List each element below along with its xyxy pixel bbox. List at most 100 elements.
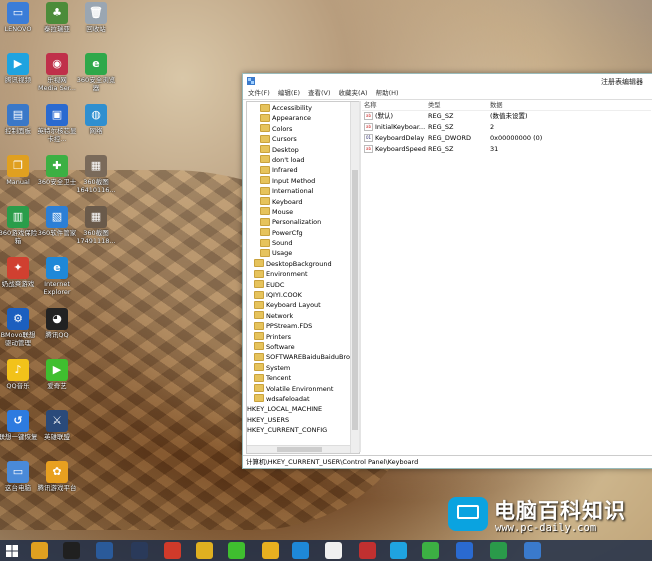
desktop-icon-label: 泰拉瑞亚 [44,25,70,33]
tree-node[interactable]: wdsafeloadat [247,394,350,404]
windows-start-icon[interactable] [6,545,18,557]
menu-item[interactable]: 帮助(H) [376,88,399,99]
desktop-icon[interactable]: ▤ 控制面板 [0,104,38,135]
tree-node[interactable]: Keyboard [247,197,350,207]
tree-node[interactable]: Appearance [247,113,350,123]
desktop-icon[interactable]: ▣ 英特尔核芯显卡控... [37,104,77,143]
tree-node-label: Accessibility [272,104,312,112]
desktop-icon[interactable]: ❐ Manual [0,155,38,186]
tree-node[interactable]: System [247,363,350,373]
taskbar-app-2345-icon[interactable] [31,542,48,559]
tree-node[interactable]: Sound [247,238,350,248]
tree-horizontal-scrollbar[interactable] [247,445,350,453]
desktop-icon[interactable]: ▭ 这台电脑 [0,461,38,492]
desktop-icon[interactable]: 🗑 回收站 [76,2,116,33]
tree-node[interactable]: Cursors [247,134,350,144]
tree-node[interactable]: HKEY_CURRENT_CONFIG [247,425,350,435]
tree-node[interactable]: Keyboard Layout [247,300,350,310]
taskbar-app-yellow-icon[interactable] [262,542,279,559]
tree-node[interactable]: DesktopBackground [247,259,350,269]
tree-node[interactable]: Usage [247,248,350,258]
taskbar-app-video-icon[interactable] [390,542,407,559]
tree-node[interactable]: Tencent [247,373,350,383]
tree-node[interactable]: Personalization [247,217,350,227]
tree-node[interactable]: don't load [247,155,350,165]
tree-node[interactable]: Infrared [247,165,350,175]
value-name: InitialKeyboar... [375,123,426,131]
column-data-header[interactable]: 数据 [490,101,640,110]
desktop-icon[interactable]: ▭ LENOVO [0,2,38,33]
taskbar-app-qq-icon[interactable] [63,542,80,559]
tree-node[interactable]: Colors [247,124,350,134]
registry-tree[interactable]: Accessibility Appearance Colors Cursors Desk… [246,101,360,454]
desktop-app-icon: ▣ [46,104,68,126]
desktop-icon[interactable]: ✚ 360安全卫士 [37,155,77,186]
value-row[interactable]: 01 KeyboardDelay REG_DWORD 0x00000000 (0) [362,133,651,144]
taskbar-app-iqiyi-icon[interactable] [228,542,245,559]
tree-node[interactable]: Printers [247,332,350,342]
desktop-icon[interactable]: ✦ 奶战爽游戏 [0,257,38,288]
desktop-icon[interactable]: ▥ 360游戏保险箱 [0,206,38,245]
tree-node[interactable]: Volatile Environment [247,384,350,394]
value-row[interactable]: ab (默认) REG_SZ (数值未设置) [362,111,651,122]
taskbar-app-ie-icon[interactable] [292,542,309,559]
tree-hscroll-thumb[interactable] [277,447,322,452]
tree-node[interactable]: International [247,186,350,196]
tree-node[interactable]: EUDC [247,280,350,290]
desktop-icon[interactable]: ◕ 腾讯QQ [37,308,77,339]
tree-node[interactable]: Input Method [247,176,350,186]
desktop-icon[interactable]: ▶ 爱奇艺 [37,359,77,390]
taskbar-app-blue-icon[interactable] [456,542,473,559]
desktop-icon[interactable]: ◉ 乐视网 Media Ser... [37,53,77,92]
title-bar[interactable]: 注册表编辑器 [243,74,652,88]
menu-item[interactable]: 编辑(E) [278,88,300,99]
desktop-icon[interactable]: ♣ 泰拉瑞亚 [37,2,77,33]
tree-node[interactable]: Accessibility [247,103,350,113]
taskbar-app-league-icon[interactable] [131,542,148,559]
taskbar-app-qqmusic-icon[interactable] [490,542,507,559]
taskbar-app-circle-icon[interactable] [196,542,213,559]
desktop-icon[interactable]: ▦ 360截图 17491118... [76,206,116,245]
value-row[interactable]: ab InitialKeyboar... REG_SZ 2 [362,122,651,133]
tree-node[interactable]: Mouse [247,207,350,217]
desktop-icon[interactable]: ⚔ 英雄联盟 [37,410,77,441]
tree-node[interactable]: HKEY_USERS [247,415,350,425]
taskbar-app-regedit-icon[interactable] [524,542,541,559]
column-type-header[interactable]: 类型 [428,101,490,110]
registry-editor-window[interactable]: 注册表编辑器 文件(F) 编辑(E) 查看(V) 收藏夹(A) 帮助(H) Access… [242,73,652,469]
pane-splitter[interactable] [359,101,361,452]
desktop-icon[interactable]: ▦ 360截图 16410116... [76,155,116,194]
tree-node[interactable]: PPStream.FDS [247,321,350,331]
desktop-icon[interactable]: ⚙ BMovo联想驱动管理 [0,308,38,347]
tree-node[interactable]: HKEY_LOCAL_MACHINE [247,404,350,414]
taskbar-app-mx-icon[interactable] [96,542,113,559]
tree-node[interactable]: SOFTWAREBaiduBaiduBrowser [247,352,359,362]
menu-item[interactable]: 收藏夹(A) [339,88,368,99]
taskbar-app-red-icon[interactable] [359,542,376,559]
tree-node[interactable]: Desktop [247,145,350,155]
desktop-icon[interactable]: e Internet Explorer [37,257,77,296]
tree-node[interactable]: Network [247,311,350,321]
menu-item[interactable]: 查看(V) [308,88,331,99]
column-name-header[interactable]: 名称 [362,101,428,110]
desktop-icon[interactable]: ◍ 网络 [76,104,116,135]
desktop-icon[interactable]: e 360安全浏览器 [76,53,116,92]
tree-node[interactable]: Environment [247,269,350,279]
tree-scroll-thumb[interactable] [352,170,358,430]
taskbar-app-file-icon[interactable] [325,542,342,559]
desktop-icon[interactable]: ✿ 腾讯游戏平台 [37,461,77,492]
tree-node[interactable]: IQIYI.COOK [247,290,350,300]
desktop-app-icon: ↺ [7,410,29,432]
desktop-icon[interactable]: ♪ QQ音乐 [0,359,38,390]
tree-node[interactable]: Software [247,342,350,352]
tree-vertical-scrollbar[interactable] [350,102,359,453]
desktop-icon[interactable]: ▶ 腾讯视频 [0,53,38,84]
desktop-icon[interactable]: ↺ 联想一键恢复 [0,410,38,441]
desktop-app-icon: ♣ [46,2,68,24]
menu-item[interactable]: 文件(F) [248,88,270,99]
value-row[interactable]: ab KeyboardSpeed REG_SZ 31 [362,144,651,155]
desktop-icon[interactable]: ▧ 360软件管家 [37,206,77,237]
tree-node[interactable]: PowerCfg [247,228,350,238]
taskbar-app-chrome-icon[interactable] [164,542,181,559]
taskbar-app-360-icon[interactable] [422,542,439,559]
